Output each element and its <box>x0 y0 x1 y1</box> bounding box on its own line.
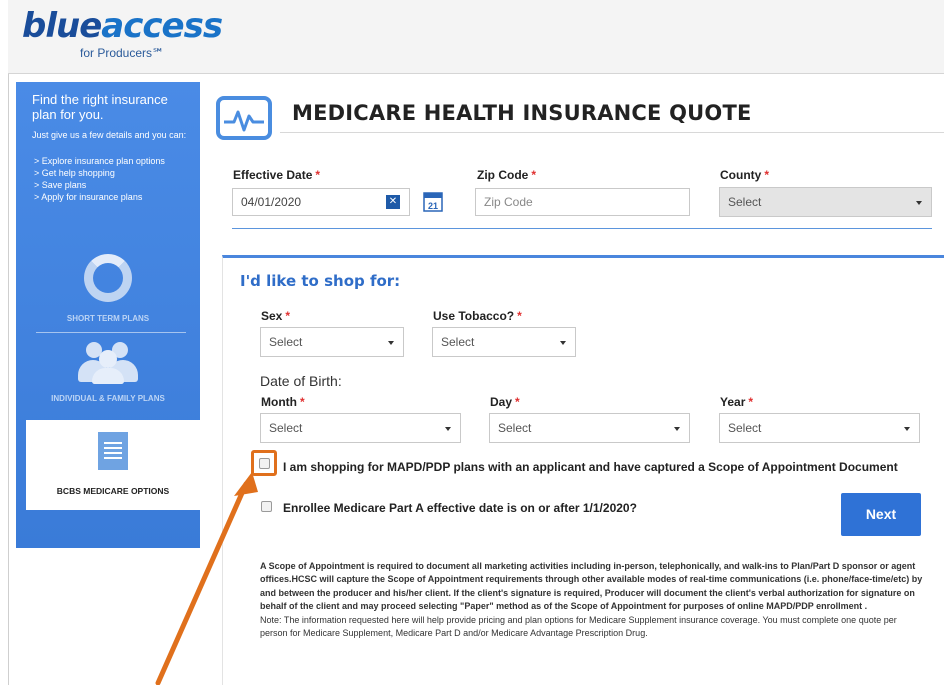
next-button[interactable]: Next <box>841 493 921 536</box>
sidebar-item-label: BCBS MEDICARE OPTIONS <box>56 486 170 496</box>
disclaimer: A Scope of Appointment is required to do… <box>260 560 924 640</box>
year-label: Year * <box>720 395 754 409</box>
tobacco-select-value: Select <box>441 335 475 349</box>
day-select[interactable]: Select <box>489 413 690 443</box>
clear-date-button[interactable]: ✕ <box>386 195 400 209</box>
sidebar-item-label: INDIVIDUAL & FAMILY PLANS <box>51 394 165 403</box>
county-label: County * <box>720 168 769 182</box>
logo-wordmark: blueaccess <box>22 6 223 46</box>
sidebar-heading: Find the right insurance plan for you. <box>32 92 168 122</box>
tobacco-select[interactable]: Select <box>432 327 576 357</box>
section-divider <box>232 228 932 229</box>
year-select[interactable]: Select <box>719 413 920 443</box>
sex-select[interactable]: Select <box>260 327 404 357</box>
county-select[interactable]: Select <box>719 187 932 217</box>
note-text: Note: The information requested here wil… <box>260 614 897 639</box>
zip-code-input[interactable]: Zip Code <box>475 188 690 216</box>
tobacco-label: Use Tobacco? * <box>433 309 522 323</box>
sex-label: Sex * <box>261 309 291 323</box>
people-icon <box>68 340 148 384</box>
sidebar-benefit-item: Save plans <box>32 179 165 191</box>
sidebar: Find the right insurance plan for you. J… <box>16 82 200 548</box>
day-select-value: Select <box>498 421 532 435</box>
effective-date-value: 04/01/2020 <box>241 195 302 209</box>
sidebar-benefits-list: Explore insurance plan options Get help … <box>32 155 165 203</box>
calendar-icon[interactable]: 21 <box>423 190 443 212</box>
county-select-value: Select <box>728 195 762 209</box>
heartbeat-icon <box>216 96 272 140</box>
effective-date-input[interactable]: 04/01/2020 <box>232 188 410 216</box>
chevron-down-icon <box>674 427 680 431</box>
month-select[interactable]: Select <box>260 413 461 443</box>
sidebar-item-individual-family-plans[interactable]: INDIVIDUAL & FAMILY PLANS <box>16 340 200 403</box>
sex-select-value: Select <box>269 335 303 349</box>
sidebar-subheading: Just give us a few details and you can: <box>32 130 187 140</box>
logo-subtitle: for Producers℠ <box>80 46 165 60</box>
part-a-effective-checkbox[interactable] <box>261 501 272 512</box>
header-bar: blueaccess for Producers℠ <box>8 0 944 74</box>
svg-text:21: 21 <box>428 201 438 211</box>
chevron-down-icon <box>916 201 922 205</box>
scope-disclaimer-text: A Scope of Appointment is required to do… <box>260 561 923 612</box>
part-a-effective-label: Enrollee Medicare Part A effective date … <box>283 501 637 515</box>
scope-of-appointment-label: I am shopping for MAPD/PDP plans with an… <box>283 460 898 474</box>
page-title: MEDICARE HEALTH INSURANCE QUOTE <box>292 101 752 125</box>
chevron-down-icon <box>388 341 394 345</box>
title-divider <box>280 132 944 133</box>
sidebar-item-label: SHORT TERM PLANS <box>66 314 150 323</box>
chevron-down-icon <box>445 427 451 431</box>
sidebar-divider <box>36 332 186 333</box>
zip-code-placeholder: Zip Code <box>484 195 533 209</box>
month-label: Month * <box>261 395 305 409</box>
effective-date-label: Effective Date * <box>233 168 321 182</box>
sidebar-benefit-item: Apply for insurance plans <box>32 191 165 203</box>
year-select-value: Select <box>728 421 762 435</box>
date-of-birth-label: Date of Birth: <box>260 373 342 389</box>
zip-code-label: Zip Code * <box>477 168 536 182</box>
chevron-down-icon <box>904 427 910 431</box>
sidebar-benefit-item: Get help shopping <box>32 167 165 179</box>
ring-icon <box>84 254 132 302</box>
chevron-down-icon <box>560 341 566 345</box>
shop-heading: I'd like to shop for: <box>240 272 401 290</box>
day-label: Day * <box>490 395 520 409</box>
sidebar-item-bcbs-medicare-options[interactable]: BCBS MEDICARE OPTIONS <box>26 420 200 510</box>
month-select-value: Select <box>269 421 303 435</box>
scope-of-appointment-checkbox[interactable] <box>259 458 270 469</box>
medicare-doc-icon <box>98 432 128 470</box>
sidebar-item-short-term-plans[interactable]: SHORT TERM PLANS <box>16 254 200 323</box>
sidebar-benefit-item: Explore insurance plan options <box>32 155 165 167</box>
blueaccess-logo[interactable]: blueaccess for Producers℠ <box>16 4 223 70</box>
